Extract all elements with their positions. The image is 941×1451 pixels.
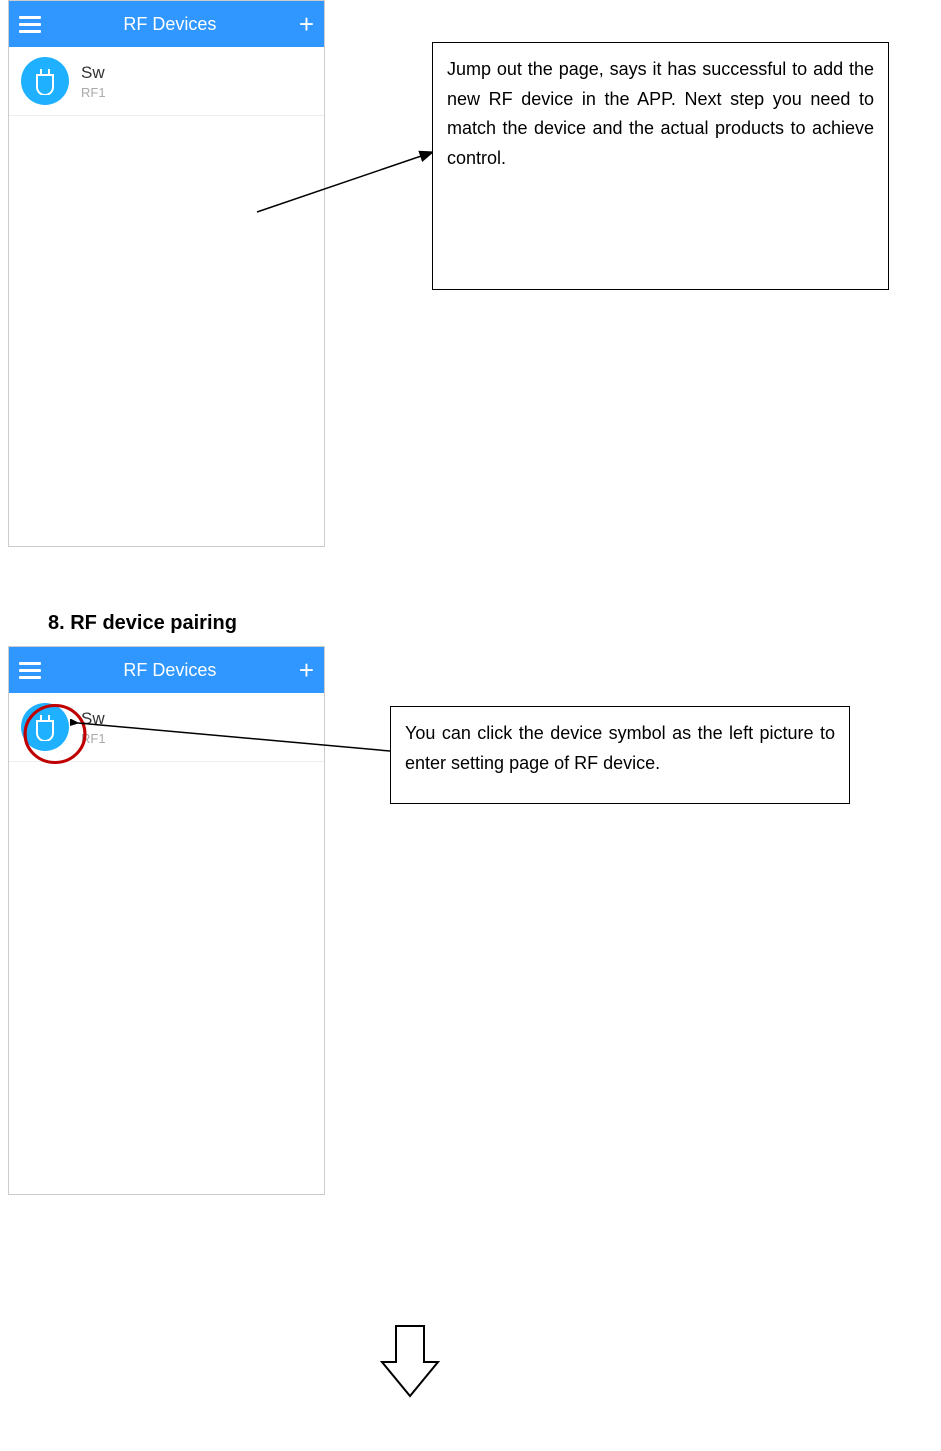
down-arrow-icon bbox=[378, 1322, 442, 1400]
device-row[interactable]: Sw RF1 bbox=[9, 693, 324, 762]
titlebar-text: RF Devices bbox=[41, 660, 299, 681]
device-sub: RF1 bbox=[81, 85, 106, 100]
callout-box-1: Jump out the page, says it has successfu… bbox=[432, 42, 889, 290]
section-heading: 8. RF device pairing bbox=[48, 612, 237, 635]
device-name: Sw bbox=[81, 709, 106, 729]
plus-icon[interactable]: + bbox=[299, 11, 314, 37]
device-sub: RF1 bbox=[81, 731, 106, 746]
phone-screenshot-2: RF Devices + Sw RF1 bbox=[8, 646, 325, 1195]
plus-icon[interactable]: + bbox=[299, 657, 314, 683]
titlebar: RF Devices + bbox=[9, 647, 324, 693]
callout-text-1: Jump out the page, says it has successfu… bbox=[447, 59, 874, 168]
outlet-icon[interactable] bbox=[21, 703, 69, 751]
titlebar: RF Devices + bbox=[9, 1, 324, 47]
phone-screenshot-1: RF Devices + Sw RF1 bbox=[8, 0, 325, 547]
device-row[interactable]: Sw RF1 bbox=[9, 47, 324, 116]
menu-icon[interactable] bbox=[19, 662, 41, 679]
titlebar-text: RF Devices bbox=[41, 14, 299, 35]
callout-box-2: You can click the device symbol as the l… bbox=[390, 706, 850, 804]
outlet-icon[interactable] bbox=[21, 57, 69, 105]
menu-icon[interactable] bbox=[19, 16, 41, 33]
callout-text-2: You can click the device symbol as the l… bbox=[405, 723, 835, 773]
device-name: Sw bbox=[81, 63, 106, 83]
